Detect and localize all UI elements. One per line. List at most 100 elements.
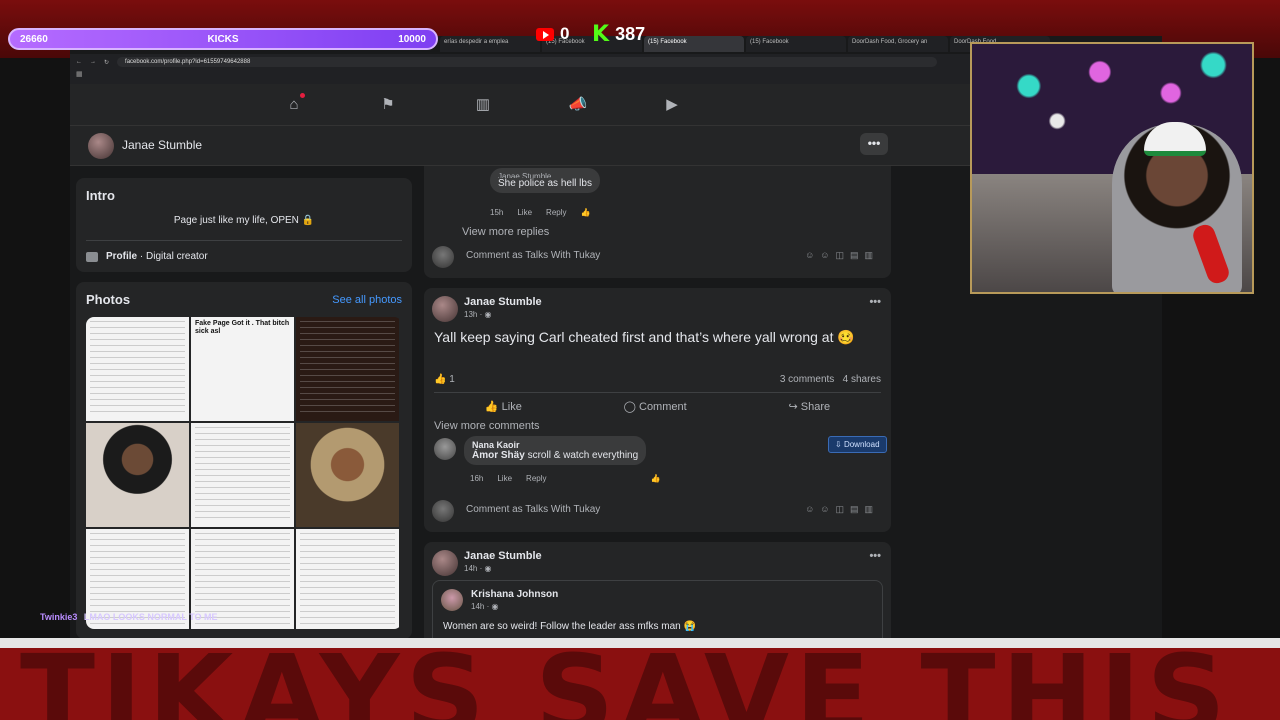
reply-bubble: Janae Stumble She police as hell lbs — [490, 168, 600, 193]
comment-tools-icons[interactable]: ☺☺◫▤▥ — [805, 504, 879, 515]
post-options-icon[interactable]: ••• — [869, 550, 881, 562]
post-time: 14h · ◉ — [464, 564, 492, 573]
home-icon[interactable]: ⌂ — [284, 95, 304, 115]
photo-thumb[interactable]: Fake Page Got it . That bitch sick asl — [191, 317, 294, 421]
category-icon — [86, 251, 98, 262]
youtube-icon — [536, 27, 554, 41]
shared-post[interactable]: Krishana Johnson 14h · ◉ Women are so we… — [432, 580, 883, 638]
shared-author[interactable]: Krishana Johnson — [471, 589, 558, 600]
globe-icon: ◉ — [491, 602, 499, 611]
photo-thumb[interactable] — [191, 423, 294, 527]
intro-card: Intro Page just like my life, OPEN 🔒 Pro… — [76, 178, 412, 272]
left-column: Intro Page just like my life, OPEN 🔒 Pro… — [76, 178, 412, 649]
flag-icon[interactable]: ⚑ — [378, 95, 398, 115]
stream-overlay-bottom: TIKAYS SAVE THIS — [0, 638, 1280, 720]
comment-tools-icons[interactable]: ☺☺◫▤▥ — [805, 250, 879, 261]
comment-button[interactable]: ◯ Comment — [624, 400, 687, 413]
comment-input[interactable]: Comment as Talks With Tukay — [466, 250, 600, 261]
post-actions: 👍 Like ◯ Comment ↪ Share — [434, 392, 881, 414]
tab-3[interactable]: (15) Facebook — [746, 36, 846, 52]
like-reaction-icon: 👍 — [650, 474, 661, 483]
share-button[interactable]: ↪ Share — [788, 400, 830, 413]
photo-thumb[interactable] — [296, 529, 399, 629]
like-button[interactable]: 👍 Like — [485, 400, 522, 413]
comment-icon: ◯ — [623, 401, 636, 413]
megaphone-icon[interactable]: 📣 — [568, 95, 588, 115]
apps-icon[interactable]: ▦ — [76, 71, 83, 78]
photo-thumb[interactable] — [296, 423, 399, 527]
view-more-comments[interactable]: View more comments — [434, 420, 540, 432]
reply-link[interactable]: Reply — [546, 208, 566, 217]
globe-icon: ◉ — [484, 310, 492, 319]
post: Janae Stumble 14h · ◉ ••• Krishana Johns… — [424, 542, 891, 638]
url-input[interactable]: facebook.com/profile.php?id=615597496428… — [117, 57, 938, 67]
comment-time: 16h — [470, 474, 484, 483]
previous-post-tail: Janae Stumble She police as hell lbs 15h… — [424, 166, 891, 278]
photos-title: Photos — [86, 292, 131, 307]
more-button[interactable]: ••• — [860, 133, 888, 155]
like-link[interactable]: Like — [517, 208, 532, 217]
photo-grid: Fake Page Got it . That bitch sick asl — [86, 317, 402, 629]
forward-icon[interactable]: → — [90, 59, 96, 65]
globe-icon: ◉ — [484, 564, 492, 573]
post-options-icon[interactable]: ••• — [869, 296, 881, 308]
divider — [86, 240, 402, 241]
comment-author[interactable]: Nana Kaoir — [472, 440, 638, 450]
intro-category: Profile · Digital creator — [86, 251, 402, 262]
reload-icon[interactable]: ↻ — [104, 59, 109, 66]
reaction-count[interactable]: 1 — [449, 374, 455, 385]
avatar[interactable] — [432, 296, 458, 322]
stream-side-left — [0, 58, 70, 638]
intro-bio: Page just like my life, OPEN 🔒 — [173, 215, 315, 226]
comment-mention[interactable]: Ámor Shäy — [472, 450, 525, 461]
tab-4[interactable]: DoorDash Food, Grocery an — [848, 36, 948, 52]
thumbs-up-icon: 👍 — [484, 401, 499, 413]
kick-count: 387 — [615, 24, 646, 44]
view-more-replies[interactable]: View more replies — [462, 226, 549, 238]
reply-text: She police as hell lbs — [498, 178, 592, 189]
reply-link[interactable]: Reply — [526, 474, 546, 483]
photo-thumb[interactable] — [86, 423, 189, 527]
photo-thumb[interactable] — [296, 317, 399, 421]
comment-composer: Comment as Talks With Tukay ☺☺◫▤▥ — [430, 498, 885, 524]
avatar[interactable] — [88, 133, 114, 159]
tab-0[interactable]: erías despedir a emplea — [440, 36, 540, 52]
webcam-feed — [970, 42, 1254, 294]
chat-message: Twinkie3 LMAO LOOKS NORMAL TO ME — [40, 612, 218, 622]
comment-input[interactable]: Comment as Talks With Tukay — [466, 504, 600, 515]
avatar[interactable] — [434, 438, 456, 460]
tab-2[interactable]: (15) Facebook — [644, 36, 744, 52]
profile-name[interactable]: Janae Stumble — [122, 138, 202, 152]
back-icon[interactable]: ← — [76, 59, 82, 65]
post: Janae Stumble 13h · ◉ ••• Yall keep sayi… — [424, 288, 891, 532]
kicks-current: 26660 — [20, 33, 48, 45]
avatar — [432, 500, 454, 522]
youtube-count: 0 — [560, 24, 570, 43]
chat-text: LMAO LOOKS NORMAL TO ME — [83, 612, 218, 622]
see-all-photos-link[interactable]: See all photos — [332, 294, 402, 306]
photo-caption: Fake Page Got it . That bitch sick asl — [195, 320, 290, 336]
shared-text: Women are so weird! Follow the leader as… — [443, 621, 696, 632]
post-author[interactable]: Janae Stumble — [464, 296, 542, 308]
photo-thumb[interactable] — [86, 317, 189, 421]
reply-time: 15h — [490, 208, 504, 217]
like-link[interactable]: Like — [497, 474, 512, 483]
download-button[interactable]: ⇩ Download — [828, 436, 887, 453]
comment-actions: 16h Like Reply 👍 — [470, 474, 660, 483]
intro-title: Intro — [86, 188, 115, 203]
comment-text: scroll & watch everything — [524, 450, 639, 461]
post-stats: 👍 1 3 comments 4 shares — [434, 374, 881, 385]
avatar[interactable] — [441, 589, 463, 611]
post-time: 13h · ◉ — [464, 310, 492, 319]
notification-dot — [300, 93, 305, 98]
like-reaction-icon: 👍 — [580, 208, 591, 217]
share-count[interactable]: 4 shares — [843, 374, 881, 385]
avatar[interactable] — [432, 550, 458, 576]
comment-bubble: Nana Kaoir Ámor Shäy scroll & watch ever… — [464, 436, 647, 465]
insights-icon[interactable]: ▥ — [473, 95, 493, 115]
video-icon[interactable]: ▶ — [662, 95, 682, 115]
comment-count[interactable]: 3 comments — [780, 374, 834, 385]
category-value: · Digital creator — [137, 251, 208, 262]
kick-viewers: K 387 — [592, 22, 645, 47]
post-author[interactable]: Janae Stumble — [464, 550, 542, 562]
